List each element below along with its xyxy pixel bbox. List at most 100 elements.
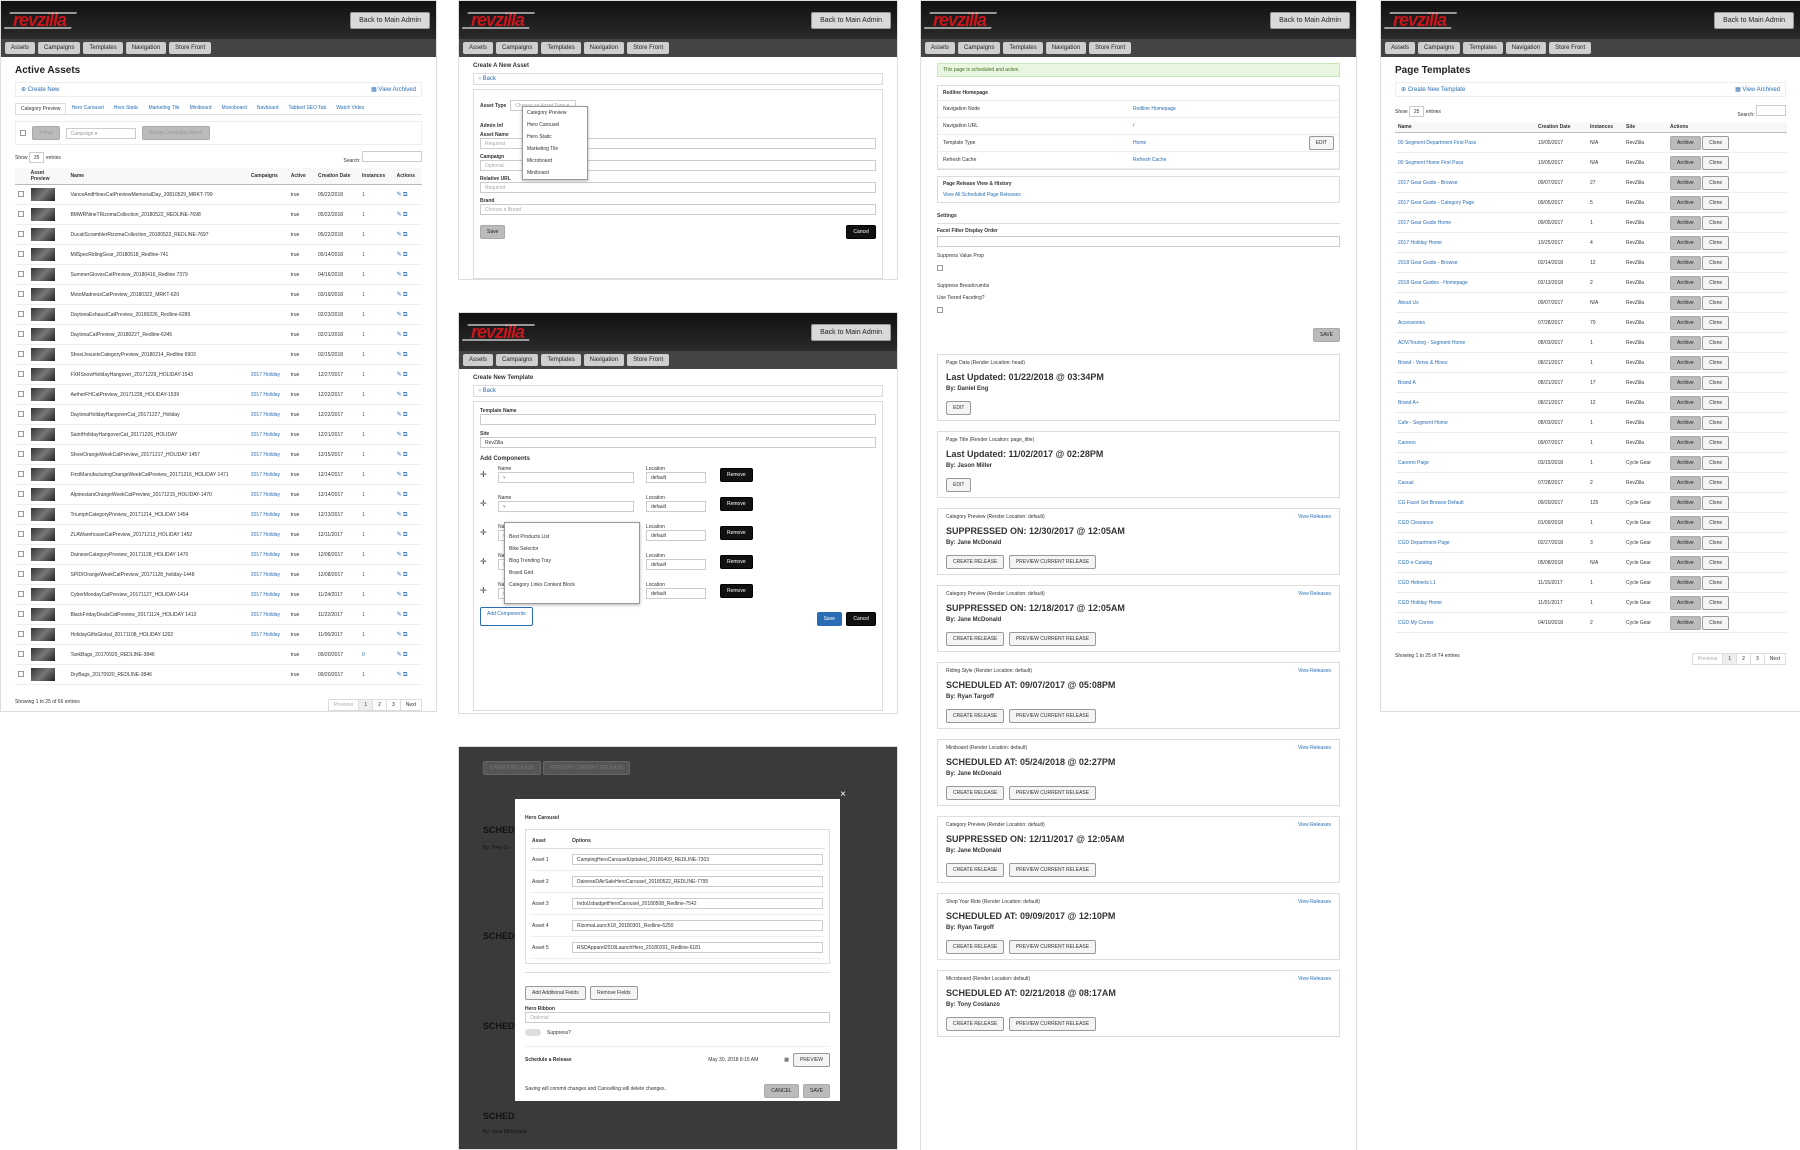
row-checkbox[interactable]: [18, 291, 24, 298]
template-name[interactable]: CGD My Corner: [1395, 612, 1535, 633]
template-name[interactable]: 2017 Gear Guide - Browse: [1395, 172, 1535, 193]
page-3[interactable]: 3: [1749, 653, 1765, 665]
asset-campaign[interactable]: 2017 Holiday: [247, 424, 288, 445]
preview-release-button[interactable]: PREVIEW CURRENT RELEASE: [1008, 1017, 1097, 1031]
template-name[interactable]: 2017 Gear Guide - Category Page: [1395, 192, 1535, 213]
row-checkbox[interactable]: [18, 551, 24, 558]
cancel-button[interactable]: Cancel: [846, 612, 876, 626]
view-releases-link[interactable]: View Releases: [1298, 514, 1331, 520]
view-releases-link[interactable]: View Releases: [1298, 822, 1331, 828]
drag-handle-icon[interactable]: ✛: [480, 586, 490, 595]
asset-thumbnail[interactable]: [30, 608, 55, 621]
archive-button[interactable]: Archive: [1670, 475, 1701, 490]
relative-url-input[interactable]: Required: [480, 182, 876, 193]
view-icon[interactable]: ⧉: [403, 412, 407, 418]
nav-campaigns[interactable]: Campaigns: [958, 42, 1001, 54]
search-input[interactable]: [1756, 105, 1786, 116]
page-1[interactable]: 1: [1722, 653, 1738, 665]
add-components-button[interactable]: Add Components: [480, 607, 533, 626]
nav-assets[interactable]: Assets: [5, 42, 36, 54]
asset-campaign[interactable]: [247, 284, 288, 305]
asset-thumbnail[interactable]: [30, 488, 55, 501]
page-2[interactable]: 2: [1736, 653, 1751, 665]
asset-thumbnail[interactable]: [30, 648, 55, 661]
clone-button[interactable]: Clone: [1702, 455, 1730, 470]
archive-button[interactable]: Archive: [1670, 255, 1701, 270]
row-checkbox[interactable]: [18, 431, 24, 438]
row-checkbox[interactable]: [18, 271, 24, 278]
nav-templates[interactable]: Templates: [541, 42, 581, 54]
search-input[interactable]: [362, 151, 422, 162]
template-instances[interactable]: 1: [1587, 512, 1623, 533]
archive-button[interactable]: Archive: [1670, 375, 1701, 390]
archive-button[interactable]: Archive: [1670, 435, 1701, 450]
preview-release-button[interactable]: PREVIEW CURRENT RELEASE: [1008, 786, 1097, 800]
page-2[interactable]: 2: [372, 699, 387, 711]
page-1[interactable]: 1: [358, 699, 374, 711]
back-link[interactable]: ‹ Back: [473, 73, 883, 85]
template-instances[interactable]: 2: [1587, 612, 1623, 633]
view-icon[interactable]: ⧉: [403, 612, 407, 618]
edit-icon[interactable]: ✎: [397, 352, 402, 358]
tab-hero-static[interactable]: Hero Static: [109, 103, 144, 114]
template-name[interactable]: CGD Department Page: [1395, 532, 1535, 553]
template-name[interactable]: 2018 Gear Guide - Browse: [1395, 252, 1535, 273]
revzilla-logo[interactable]: revzilla: [929, 10, 990, 31]
asset-option-select[interactable]: CampingHeroCarouselUpdated_20180409_REDL…: [572, 854, 823, 865]
asset-instances[interactable]: 1: [359, 464, 394, 485]
asset-thumbnail[interactable]: [30, 288, 55, 301]
site-select[interactable]: RevZilla: [480, 437, 876, 448]
asset-thumbnail[interactable]: [30, 428, 55, 441]
asset-thumbnail[interactable]: [30, 468, 55, 481]
tab-hero-carousel[interactable]: Hero Carousel: [66, 103, 108, 114]
row-checkbox[interactable]: [18, 611, 24, 618]
asset-option-select[interactable]: IndoUsbudgetHeroCarousel_20180508_Redlin…: [572, 898, 823, 909]
edit-icon[interactable]: ✎: [397, 672, 402, 678]
remove-fields-button[interactable]: Remove Fields: [590, 986, 638, 1000]
edit-icon[interactable]: ✎: [397, 492, 402, 498]
option-miniboard[interactable]: Miniboard: [523, 167, 587, 179]
asset-thumbnail[interactable]: [30, 188, 55, 201]
option-hero-static[interactable]: Hero Static: [523, 131, 587, 143]
create-new-button[interactable]: ⊕ Create New: [21, 86, 59, 93]
page-previous[interactable]: Previous: [327, 699, 360, 711]
archive-button[interactable]: Archive: [1670, 175, 1701, 190]
view-icon[interactable]: ⧉: [403, 352, 407, 358]
archive-button[interactable]: Archive: [1670, 395, 1701, 410]
asset-instances[interactable]: 1: [359, 224, 394, 245]
nav-assets[interactable]: Assets: [463, 42, 494, 54]
view-icon[interactable]: ⧉: [403, 192, 407, 198]
edit-icon[interactable]: ✎: [397, 252, 402, 258]
row-checkbox[interactable]: [18, 451, 24, 458]
archive-button[interactable]: Archive: [1670, 135, 1701, 150]
template-name[interactable]: Accessories: [1395, 312, 1535, 333]
nav-campaigns[interactable]: Campaigns: [1418, 42, 1461, 54]
row-checkbox[interactable]: [18, 331, 24, 338]
template-name[interactable]: 00 Segment Home First Pass: [1395, 152, 1535, 173]
asset-thumbnail[interactable]: [30, 268, 55, 281]
asset-campaign[interactable]: 2017 Holiday: [247, 504, 288, 525]
clone-button[interactable]: Clone: [1702, 615, 1730, 630]
page-next[interactable]: Next: [1763, 653, 1786, 665]
row-checkbox[interactable]: [18, 471, 24, 478]
option-hero-carousel[interactable]: Hero Carousel: [523, 119, 587, 131]
asset-option-select[interactable]: RSDApparel2018LaunchHero_20180201_Redlin…: [572, 942, 823, 953]
nav-campaigns[interactable]: Campaigns: [496, 42, 539, 54]
asset-campaign[interactable]: [247, 324, 288, 345]
col-campaigns[interactable]: Campaigns: [247, 168, 288, 185]
drag-handle-icon[interactable]: ✛: [480, 557, 490, 566]
calendar-icon[interactable]: ▦: [784, 1057, 789, 1063]
drag-handle-icon[interactable]: ✛: [480, 499, 490, 508]
view-archived-button[interactable]: ▦ View Archived: [1735, 86, 1780, 93]
clone-button[interactable]: Clone: [1702, 215, 1730, 230]
view-releases-link[interactable]: View Releases: [1298, 668, 1331, 674]
preview-release-button[interactable]: PREVIEW CURRENT RELEASE: [1008, 709, 1097, 723]
brand-select[interactable]: Choose a Brand: [480, 204, 876, 215]
archive-button[interactable]: Archive: [1670, 155, 1701, 170]
edit-icon[interactable]: ✎: [397, 472, 402, 478]
info-value[interactable]: Refresh Cache: [1133, 157, 1334, 163]
template-name[interactable]: ADV/Touring - Segment Home: [1395, 332, 1535, 353]
template-name[interactable]: Brand - Verse & Hines: [1395, 352, 1535, 373]
asset-campaign[interactable]: 2017 Holiday: [247, 404, 288, 425]
clone-button[interactable]: Clone: [1702, 415, 1730, 430]
